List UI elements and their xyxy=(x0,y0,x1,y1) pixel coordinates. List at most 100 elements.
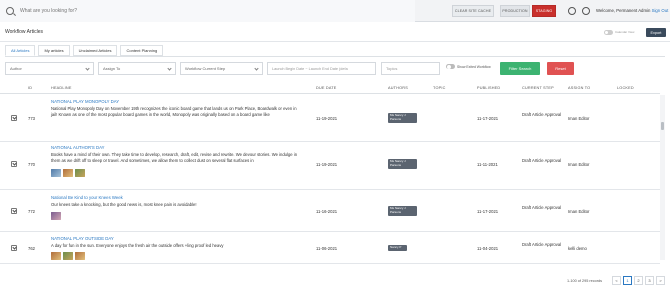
article-headline-link[interactable]: NATIONAL AUTHOR'S DAY xyxy=(51,145,105,150)
article-thumbnails xyxy=(51,169,85,177)
tab-content-planning[interactable]: Content Planning xyxy=(120,45,164,56)
article-description: Our knees take a knocking, but the good … xyxy=(51,202,197,207)
due-date: 11-19-2021 xyxy=(316,162,338,167)
calendar-view-toggle[interactable] xyxy=(604,30,613,35)
page-title: Workflow Articles xyxy=(5,29,43,35)
article-thumbnail-image[interactable] xyxy=(51,252,61,260)
current-step: Draft Article Approval xyxy=(522,112,562,117)
calendar-view-label: Calendar View xyxy=(615,30,635,34)
published-date: 11-11-2021 xyxy=(477,162,498,167)
topics-placeholder: Topics xyxy=(386,66,398,71)
assign-to-select-label: Assign To xyxy=(103,66,121,71)
column-header-authors[interactable]: AUTHORS xyxy=(388,86,408,90)
column-header-topic[interactable]: TOPIC xyxy=(433,86,446,90)
tab-unclaimed-articles[interactable]: Unclaimed Articles xyxy=(72,45,118,56)
column-header-published[interactable]: PUBLISHED xyxy=(477,86,500,90)
expand-row-icon[interactable] xyxy=(11,115,17,121)
published-date: 11-17-2021 xyxy=(477,116,499,121)
staging-button[interactable]: STAGING xyxy=(532,5,556,17)
production-button[interactable]: PRODUCTION xyxy=(500,5,530,17)
author-badge: Ms Nancy J Parsons xyxy=(388,159,417,169)
due-date: 11-19-2021 xyxy=(316,116,338,121)
column-header-current-step[interactable]: CURRENT STEP xyxy=(522,86,554,90)
article-description: A day for fun in the sun. Everyone enjoy… xyxy=(51,243,224,248)
article-headline-link[interactable]: National Be Kind to your Knees Week xyxy=(51,195,123,200)
article-thumbnail-image[interactable] xyxy=(63,252,73,260)
column-header-headline[interactable]: HEADLINE xyxy=(51,86,72,90)
article-id: 762 xyxy=(28,246,35,251)
article-headline-link[interactable]: NATIONAL PLAY MONOPOLY DAY xyxy=(51,99,119,104)
tabs-divider xyxy=(5,56,665,57)
show-exited-workflow-label: Show Exited Workflow xyxy=(457,64,491,69)
filter-search-label: Filter Search xyxy=(508,66,532,71)
page-header: Workflow Articles Calendar View Export xyxy=(0,22,670,42)
launch-date-range-input[interactable]: Launch Begin Date ~ Launch End Date (def… xyxy=(267,62,376,75)
table-row: 772 National Be Kind to your Knees Week … xyxy=(0,190,660,232)
due-date: 11-16-2021 xyxy=(316,209,338,214)
table-row: 773 NATIONAL PLAY MONOPOLY DAY National … xyxy=(0,95,660,142)
table-row: 770 NATIONAL AUTHOR'S DAY Books have a m… xyxy=(0,142,660,190)
current-step: Draft Article Approval xyxy=(522,205,562,210)
article-thumbnail-image[interactable] xyxy=(51,169,61,177)
author-badge: Nancy P xyxy=(388,245,407,251)
pagination-prev-button[interactable]: < xyxy=(612,276,621,285)
show-exited-workflow-toggle[interactable] xyxy=(446,64,455,69)
welcome-label: Welcome, Permanent Admin xyxy=(596,8,651,13)
search-icon[interactable] xyxy=(6,7,14,15)
table-row: 762 NATIONAL PLAY OUTSIDE DAY A day for … xyxy=(0,232,660,264)
assign-to-select[interactable]: Assign To xyxy=(98,62,176,75)
article-thumbnails xyxy=(51,252,85,260)
column-header-assign-to[interactable]: ASSIGN TO xyxy=(568,86,590,90)
sign-out-link[interactable]: Sign Out xyxy=(652,8,669,13)
filter-search-button[interactable]: Filter Search xyxy=(500,62,540,75)
column-header-id[interactable]: ID xyxy=(28,86,32,90)
welcome-text: Welcome, Permanent Admin Sign Out xyxy=(596,8,668,13)
author-badge: Ms Nancy J Parsons xyxy=(388,206,417,216)
globe-icon[interactable] xyxy=(582,7,590,15)
launch-date-range-placeholder: Launch Begin Date ~ Launch End Date (def… xyxy=(272,66,348,71)
assign-to: kelli demo xyxy=(568,246,587,251)
article-description: National Play Monopoly Day on November 1… xyxy=(51,106,297,118)
top-bar: CLEAR SITE CACHE PRODUCTION STAGING Welc… xyxy=(0,0,670,22)
article-thumbnail-image[interactable] xyxy=(51,212,61,220)
article-thumbnail-image[interactable] xyxy=(63,169,73,177)
reset-button[interactable]: Reset xyxy=(547,62,574,75)
pagination-info: 1-100 of 295 records xyxy=(567,279,603,283)
published-date: 11-17-2021 xyxy=(477,209,499,214)
reset-label: Reset xyxy=(555,66,566,71)
assign-to: Iman Editor xyxy=(568,116,590,121)
scrollbar-thumb[interactable] xyxy=(661,122,664,130)
article-description: Books have a mind of their own. They tak… xyxy=(51,152,298,164)
current-step: Draft Article Approval xyxy=(522,158,562,163)
article-thumbnail-image[interactable] xyxy=(75,169,85,177)
article-id: 773 xyxy=(28,116,35,121)
published-date: 11-04-2021 xyxy=(477,246,499,251)
topics-input[interactable]: Topics xyxy=(381,62,440,75)
column-header-locked[interactable]: LOCKED xyxy=(617,86,634,90)
article-id: 770 xyxy=(28,162,35,167)
article-headline-link[interactable]: NATIONAL PLAY OUTSIDE DAY xyxy=(51,236,114,241)
article-thumbnail-image[interactable] xyxy=(75,252,85,260)
due-date: 11-06-2021 xyxy=(316,246,338,251)
pagination-next-button[interactable]: > xyxy=(656,276,665,285)
expand-row-icon[interactable] xyxy=(11,161,17,167)
author-select[interactable]: Author xyxy=(5,62,94,75)
pagination-page-2[interactable]: 2 xyxy=(634,276,643,285)
search-input[interactable] xyxy=(20,8,320,14)
tab-all-articles[interactable]: All Articles xyxy=(5,45,36,56)
workflow-step-select[interactable]: Workflow Current Step xyxy=(180,62,263,75)
gear-icon[interactable] xyxy=(568,7,576,15)
expand-row-icon[interactable] xyxy=(11,208,17,214)
expand-row-icon[interactable] xyxy=(11,245,17,251)
author-select-label: Author xyxy=(10,66,22,71)
pagination-page-3[interactable]: 3 xyxy=(645,276,654,285)
table-scrollbar[interactable] xyxy=(660,95,665,260)
chevron-down-icon xyxy=(254,66,259,71)
article-id: 772 xyxy=(28,209,35,214)
tab-my-articles[interactable]: My articles xyxy=(38,45,70,56)
export-button[interactable]: Export xyxy=(646,28,666,37)
clear-site-cache-button[interactable]: CLEAR SITE CACHE xyxy=(452,5,494,17)
pagination-page-1[interactable]: 1 xyxy=(623,276,632,285)
column-header-due-date[interactable]: DUE DATE xyxy=(316,86,337,90)
assign-to: Iman Editor xyxy=(568,209,590,214)
